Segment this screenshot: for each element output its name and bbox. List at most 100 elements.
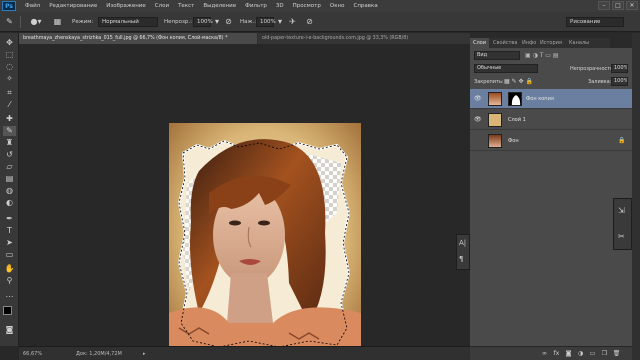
mode-select[interactable]: Нормальный [98, 17, 158, 27]
visibility-eye-icon[interactable]: 👁 [474, 138, 482, 144]
add-mask-icon[interactable]: ◙ [564, 350, 573, 358]
tab-properties[interactable]: Свойства [490, 38, 520, 48]
zoom-level[interactable]: 66,67% [23, 351, 42, 357]
path-select-tool-icon[interactable]: ➤ [3, 238, 16, 248]
layer-row[interactable]: 👁 Слой 1 [470, 110, 632, 130]
opacity-label: Непрозрачность: [570, 66, 615, 72]
lock-icon: 🔒 [618, 137, 626, 144]
close-button[interactable]: ✕ [626, 1, 638, 10]
eraser-tool-icon[interactable]: ▱ [3, 162, 16, 172]
layer-row[interactable]: 👁 Фон копия [470, 89, 632, 109]
photoshop-window: Ps Файл Редактирование Изображение Слои … [0, 0, 640, 360]
status-bar: 66,67% Док: 1,20M/4,72M ▸ [19, 346, 470, 360]
shape-tool-icon[interactable]: ▭ [3, 250, 16, 260]
menu-select[interactable]: Выделение [203, 3, 236, 9]
opacity-input[interactable]: 100% [193, 17, 213, 27]
brush-size-icon[interactable]: ●▾ [27, 17, 45, 27]
gradient-tool-icon[interactable]: ▤ [3, 174, 16, 184]
side-panel-dock: ⇲ ✂ [613, 198, 632, 250]
dodge-tool-icon[interactable]: ◐ [3, 198, 16, 208]
quick-select-tool-icon[interactable]: ✧ [3, 74, 16, 84]
type-tool-icon[interactable]: T [3, 226, 16, 236]
menu-layers[interactable]: Слои [155, 3, 169, 9]
quick-mask-icon[interactable]: ◙ [3, 325, 16, 335]
tab-layers[interactable]: Слои [470, 38, 489, 48]
edit-toolbar-icon[interactable]: … [3, 290, 16, 300]
workspace-select[interactable]: Рисование [566, 17, 624, 27]
lock-icons[interactable]: ▦ ✎ ✥ 🔒 [504, 77, 552, 86]
minimize-button[interactable]: – [598, 1, 610, 10]
layer-style-icon[interactable]: fx [552, 350, 561, 358]
airbrush-icon[interactable]: ✈ [287, 17, 298, 27]
clone-stamp-tool-icon[interactable]: ♜ [3, 138, 16, 148]
character-panel-icon[interactable]: A| [459, 239, 468, 248]
flow-input[interactable]: 100% [256, 17, 276, 27]
status-menu-icon[interactable]: ▸ [143, 351, 146, 357]
hand-tool-icon[interactable]: ✋ [3, 264, 16, 274]
zoom-tool-icon[interactable]: ⚲ [3, 276, 16, 286]
menu-help[interactable]: Справка [353, 3, 377, 9]
layer-name[interactable]: Фон копия [526, 96, 554, 102]
healing-tool-icon[interactable]: ✚ [3, 114, 16, 124]
tab-history[interactable]: История [537, 38, 565, 48]
adjust-panel-icon[interactable]: ⇲ [618, 205, 629, 216]
foreground-color-swatch[interactable] [3, 306, 12, 315]
lasso-tool-icon[interactable]: ◌ [3, 62, 16, 72]
flow-label: Наж.: [240, 19, 257, 25]
layer-thumbnail [488, 92, 502, 106]
link-layers-icon[interactable]: ∞ [540, 350, 549, 358]
blend-mode-select[interactable]: Обычные [474, 64, 538, 73]
pressure-opacity-icon[interactable]: ⊘ [223, 17, 234, 27]
pressure-size-icon[interactable]: ⊘ [304, 17, 315, 27]
tools-panel-icon[interactable]: ✂ [618, 231, 629, 242]
menu-3d[interactable]: 3D [276, 3, 284, 9]
menu-view[interactable]: Просмотр [293, 3, 321, 9]
maximize-button[interactable]: □ [612, 1, 624, 10]
layer-filter-icons[interactable]: ▣ ◑ T ▭ ▤ [525, 51, 585, 60]
blur-tool-icon[interactable]: ◍ [3, 186, 16, 196]
pen-tool-icon[interactable]: ✒ [3, 214, 16, 224]
visibility-eye-icon[interactable]: 👁 [474, 96, 482, 102]
crop-tool-icon[interactable]: ⌗ [3, 88, 16, 98]
menu-file[interactable]: Файл [25, 3, 40, 9]
visibility-eye-icon[interactable]: 👁 [474, 117, 482, 123]
chevron-down-icon[interactable]: ▾ [277, 17, 283, 27]
layer-name[interactable]: Слой 1 [508, 117, 526, 123]
new-group-icon[interactable]: ▭ [588, 350, 597, 358]
layer-fill-input[interactable]: 100% [611, 77, 628, 86]
eyedropper-tool-icon[interactable]: ⁄ [3, 100, 16, 110]
menu-filter[interactable]: Фильтр [245, 3, 267, 9]
chevron-down-icon[interactable]: ▾ [214, 17, 220, 27]
layer-filter-select[interactable]: Вид [474, 51, 520, 60]
tab-document-inactive[interactable]: old-paper-texture-i-e-backgrounds.com.jp… [258, 33, 470, 44]
menu-type[interactable]: Текст [178, 3, 194, 9]
document-canvas[interactable] [169, 123, 361, 360]
tab-document-active[interactable]: breathmaya_zhenskaya_strizhka_015_full.j… [19, 33, 257, 44]
brush-tool-icon[interactable]: ✎ [3, 126, 16, 136]
layer-name[interactable]: Фон [508, 138, 519, 144]
menu-image[interactable]: Изображение [106, 3, 146, 9]
opacity-label: Непрозр.: [164, 19, 192, 25]
adjustment-layer-icon[interactable]: ◑ [576, 350, 585, 358]
brush-panel-icon[interactable]: ▦ [52, 17, 63, 27]
lock-label: Закрепить: [474, 79, 504, 85]
move-tool-icon[interactable]: ✥ [3, 38, 16, 48]
panel-tabs: Слои Свойства Инфо История Каналы [470, 38, 610, 48]
menu-edit[interactable]: Редактирование [49, 3, 97, 9]
paragraph-panel-icon[interactable]: ¶ [459, 255, 468, 264]
delete-layer-icon[interactable]: 🗑 [612, 350, 621, 358]
layer-mask-thumbnail[interactable] [508, 92, 522, 106]
layer-opacity-input[interactable]: 100% [611, 64, 628, 73]
layer-row[interactable]: 👁 Фон 🔒 [470, 131, 632, 151]
new-layer-icon[interactable]: ❐ [600, 350, 609, 358]
document-size: Док: 1,20M/4,72M [76, 351, 122, 357]
history-brush-tool-icon[interactable]: ↺ [3, 150, 16, 160]
fill-label: Заливка: [588, 79, 612, 85]
panel-collapse-strip[interactable] [632, 33, 640, 360]
tab-channels[interactable]: Каналы [566, 38, 592, 48]
marquee-tool-icon[interactable]: ⬚ [3, 50, 16, 60]
photoshop-logo: Ps [2, 1, 16, 11]
menu-window[interactable]: Окно [330, 3, 345, 9]
canvas-area[interactable] [19, 44, 470, 360]
brush-preset-icon[interactable]: ✎ [4, 17, 15, 27]
